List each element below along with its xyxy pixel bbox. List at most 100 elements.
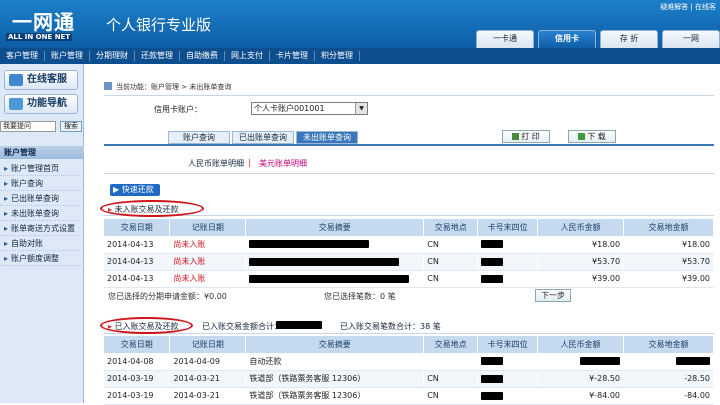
- top-links[interactable]: 疑难解答 | 在线客: [660, 2, 716, 12]
- col-post-date: 记账日期: [169, 336, 247, 353]
- search-button[interactable]: 搜索: [60, 121, 82, 132]
- cell-place: CN: [423, 270, 479, 288]
- cell-place: CN: [423, 253, 479, 271]
- tab-account-query[interactable]: 账户查询: [168, 131, 230, 144]
- tab-usd-detail[interactable]: 美元账单明细: [259, 158, 307, 169]
- col-place: 交易地点: [423, 219, 479, 236]
- sidebar-item-account-home[interactable]: 账户管理首页: [0, 161, 84, 176]
- chevron-down-icon[interactable]: ▼: [355, 103, 367, 114]
- quick-pay-label: 快速还款: [121, 185, 154, 194]
- col-rmb: 人民币金额: [537, 219, 625, 236]
- breadcrumb: 当前功能：账户管理 > 未出账单查询: [104, 82, 231, 92]
- question-search-input[interactable]: 我要提问: [0, 121, 56, 132]
- sidebar-item-unposted-bills[interactable]: 未出账单查询: [0, 206, 84, 221]
- cell-post-date: 2014-03-21: [169, 370, 247, 388]
- table-header-row: 交易日期 记账日期 交易摘要 交易地点 卡号末四位 人民币金额 交易地金额: [104, 219, 714, 236]
- sidebar-item-posted-bills[interactable]: 已出账单查询: [0, 191, 84, 206]
- col-post-date: 记账日期: [169, 219, 247, 236]
- tab-rmb-detail[interactable]: 人民币账单明细: [188, 158, 244, 169]
- online-service-label: 在线客服: [27, 74, 67, 85]
- cell-local: -84.00: [623, 387, 714, 405]
- online-service-button[interactable]: 在线客服: [4, 70, 78, 90]
- col-place: 交易地点: [423, 336, 479, 353]
- posted-table: 交易日期 记账日期 交易摘要 交易地点 卡号末四位 人民币金额 交易地金额 20…: [104, 336, 714, 405]
- cell-local: ¥53.70: [623, 253, 714, 271]
- sidebar-section-account[interactable]: 账户管理: [0, 146, 84, 159]
- card-account-select[interactable]: 个人卡账户001001 ▼: [251, 102, 368, 115]
- cell-local: -28.50: [623, 370, 714, 388]
- quick-pay-button[interactable]: ▶ 快速还款: [110, 184, 160, 196]
- tab-credit-card[interactable]: 信用卡: [538, 30, 596, 48]
- print-label: 打 印: [521, 132, 540, 141]
- logo: 一网通 ALL IN ONE NET: [4, 6, 92, 42]
- tab-passbook[interactable]: 存 折: [600, 30, 658, 48]
- print-button[interactable]: 打 印: [502, 130, 550, 143]
- table-row[interactable]: 2014-04-08 2014-04-09 自动还款: [104, 353, 714, 371]
- cell-rmb-redacted: [537, 353, 625, 371]
- col-local: 交易地金额: [623, 336, 714, 353]
- cell-desc: 铁道部（铁路票务客服 12306）: [245, 370, 425, 388]
- sidebar-item-account-query[interactable]: 账户查询: [0, 176, 84, 191]
- cell-last4-redacted: [477, 353, 539, 371]
- posted-amount-total: 已入账交易金额合计：: [202, 322, 282, 331]
- sidebar-item-self-reconcile[interactable]: 自助对账: [0, 236, 84, 251]
- next-step-button[interactable]: 下一步: [535, 289, 571, 302]
- menu-customer[interactable]: 客户管理: [0, 51, 45, 61]
- sidebar-item-bill-delivery[interactable]: 账单寄送方式设置: [0, 221, 84, 236]
- cell-rmb: ¥18.00: [537, 236, 625, 254]
- download-icon: [578, 133, 586, 140]
- table-row[interactable]: 2014-04-13 尚未入账 CN ¥53.70 ¥53.70: [104, 253, 714, 271]
- selected-count: 您已选择笔数：0 笔: [324, 292, 396, 301]
- cell-post-date: 2014-03-21: [169, 387, 247, 405]
- menu-card[interactable]: 卡片管理: [270, 51, 315, 61]
- installment-total: 您已选择的分期申请金额：¥0.00: [108, 292, 227, 301]
- menu-points[interactable]: 积分管理: [315, 51, 360, 61]
- table-row[interactable]: 2014-03-19 2014-03-21 铁道部（铁路票务客服 12306） …: [104, 387, 714, 405]
- tab-posted-bills[interactable]: 已出账单查询: [232, 131, 294, 144]
- cell-date: 2014-04-13: [104, 236, 171, 254]
- sidebar-item-limit-adjust[interactable]: 账户额度调整: [0, 251, 84, 266]
- menu-payment[interactable]: 自助缴费: [180, 51, 225, 61]
- cell-post-status: 尚未入账: [169, 270, 247, 288]
- menu-online-pay[interactable]: 网上支付: [225, 51, 270, 61]
- tab-onenet[interactable]: 一网: [662, 30, 720, 48]
- menu-repay[interactable]: 还款管理: [135, 51, 180, 61]
- logo-cn: 一网通: [12, 10, 75, 34]
- menu-account[interactable]: 账户管理: [45, 51, 90, 61]
- sidebar-items: 账户管理首页 账户查询 已出账单查询 未出账单查询 账单寄送方式设置 自助对账 …: [0, 161, 84, 266]
- cell-desc-redacted: [245, 253, 425, 271]
- card-label: 信用卡账户：: [154, 105, 202, 114]
- annotation-oval: [100, 317, 193, 334]
- cell-last4-redacted: [477, 370, 539, 388]
- col-date: 交易日期: [104, 219, 171, 236]
- download-button[interactable]: 下 载: [568, 130, 616, 143]
- cell-date: 2014-04-08: [104, 353, 171, 371]
- cell-desc-redacted: [245, 270, 425, 288]
- tab-unposted-bills[interactable]: 未出账单查询: [296, 131, 358, 144]
- cell-date: 2014-04-13: [104, 253, 171, 271]
- cell-date: 2014-03-19: [104, 387, 171, 405]
- currency-tabs: 人民币账单明细 | 美元账单明细: [104, 154, 714, 174]
- cell-last4-redacted: [477, 387, 539, 405]
- cell-rmb: ¥-84.00: [537, 387, 625, 405]
- col-rmb: 人民币金额: [537, 336, 625, 353]
- cell-date: 2014-03-19: [104, 370, 171, 388]
- header: 一网通 ALL IN ONE NET 个人银行专业版 疑难解答 | 在线客 一卡…: [0, 0, 720, 48]
- table-row[interactable]: 2014-04-13 尚未入账 CN ¥39.00 ¥39.00: [104, 270, 714, 288]
- cell-place: [423, 353, 479, 371]
- top-tabs: 一卡通 信用卡 存 折 一网: [472, 30, 720, 48]
- table-row[interactable]: 2014-04-13 尚未入账 CN ¥18.00 ¥18.00: [104, 236, 714, 254]
- cell-last4-redacted: [477, 270, 539, 288]
- divider: [104, 95, 714, 96]
- table-row[interactable]: 2014-03-19 2014-03-21 铁道部（铁路票务客服 12306） …: [104, 370, 714, 388]
- tab-debit-card[interactable]: 一卡通: [476, 30, 534, 48]
- tab-underline: [104, 144, 714, 146]
- menu-installment[interactable]: 分期理财: [90, 51, 135, 61]
- book-icon: [9, 98, 23, 110]
- sub-tabs: 账户查询 已出账单查询 未出账单查询: [168, 131, 360, 144]
- col-date: 交易日期: [104, 336, 171, 353]
- col-local: 交易地金额: [623, 219, 714, 236]
- currency-separator: |: [248, 158, 251, 167]
- cell-desc: 自动还款: [245, 353, 425, 371]
- function-nav-button[interactable]: 功能导航: [4, 94, 78, 114]
